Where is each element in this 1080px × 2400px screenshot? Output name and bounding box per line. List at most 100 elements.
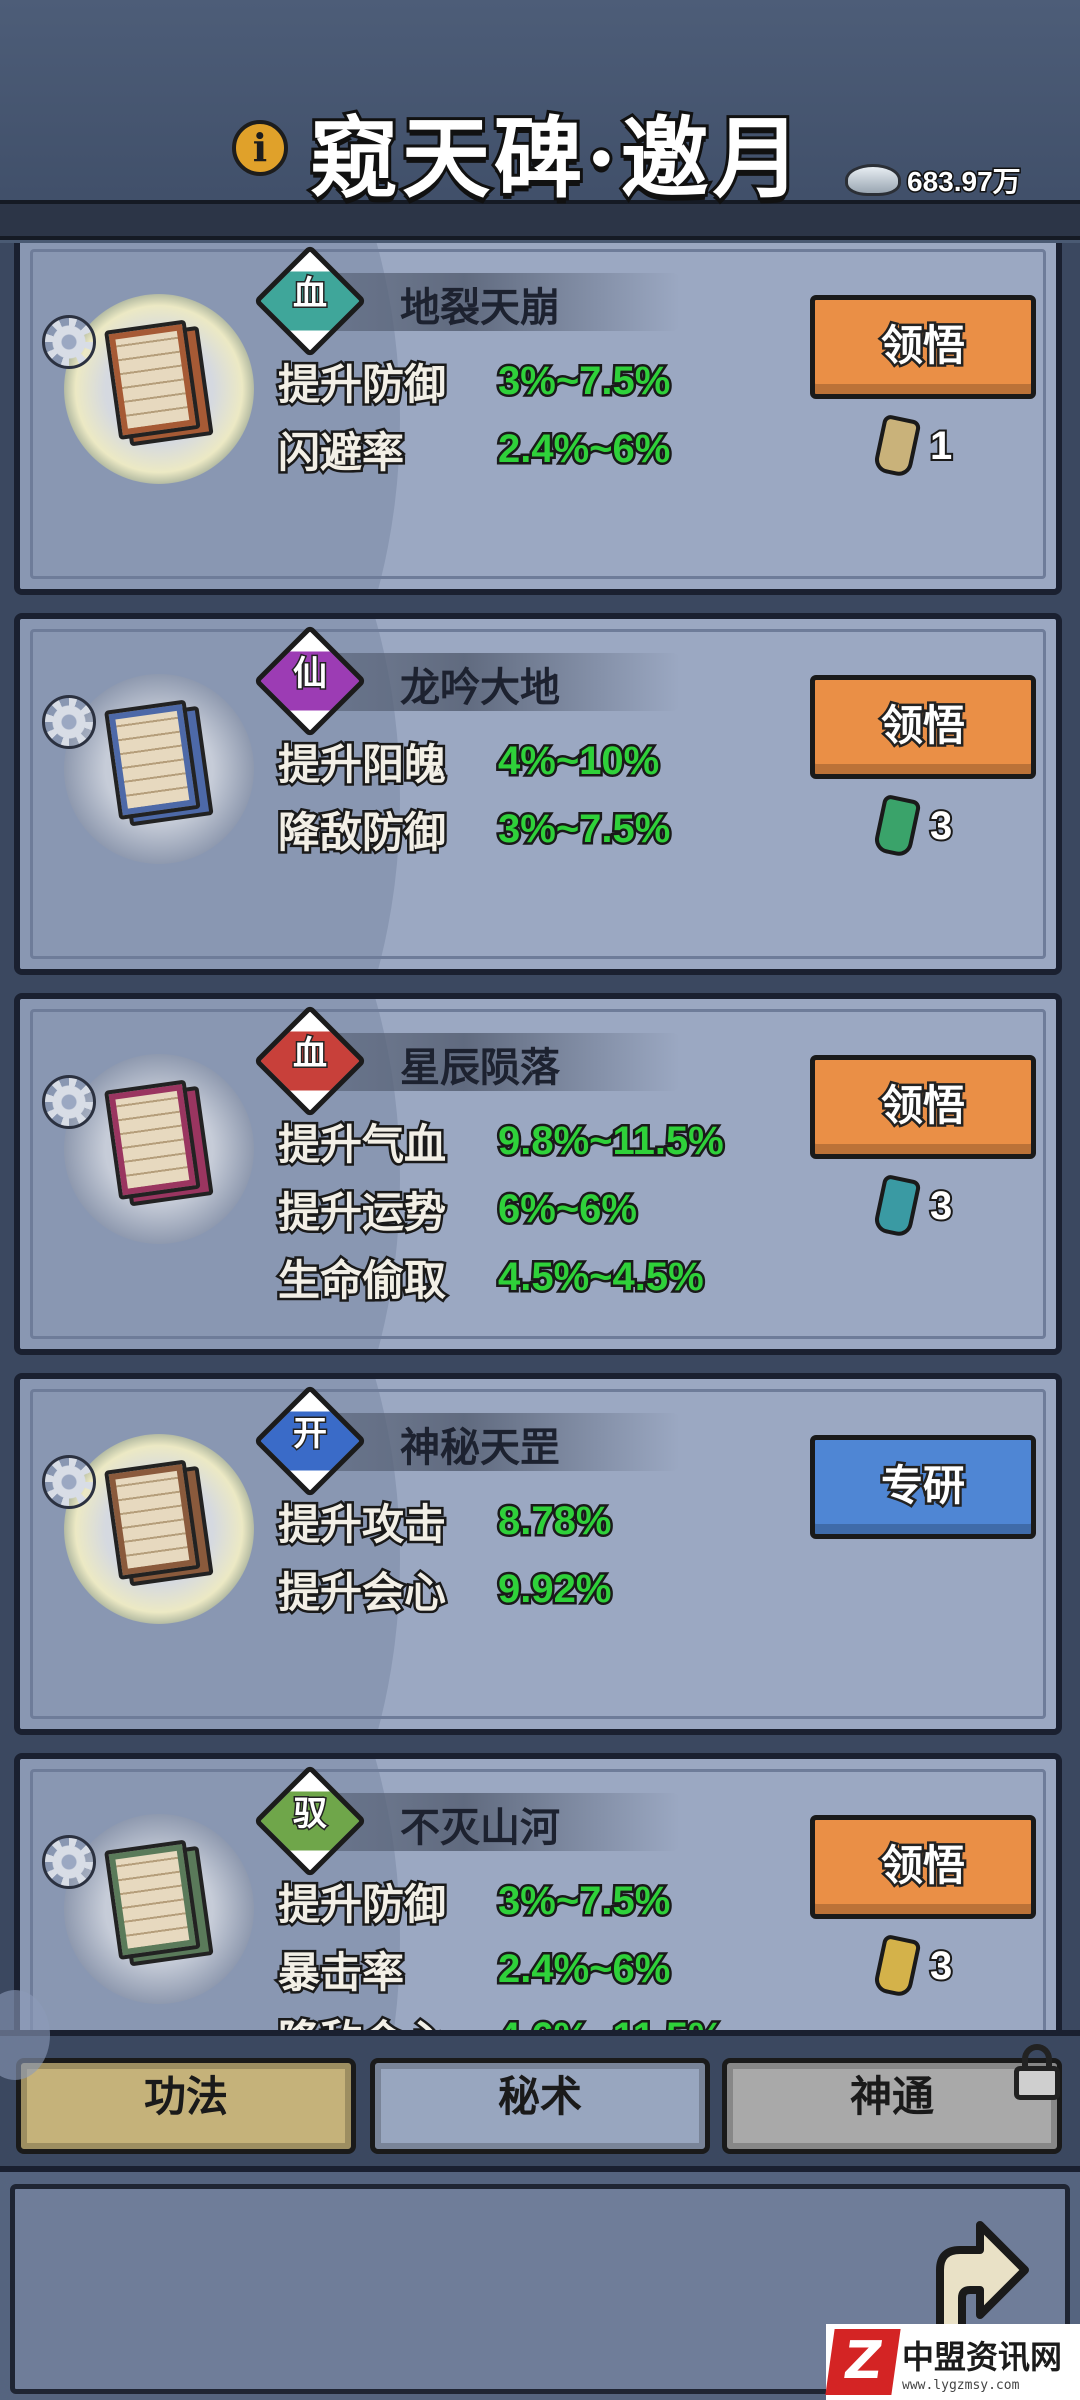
stat-value: 6%~6% [496, 1184, 640, 1233]
stat-label: 提升会心 [276, 1565, 449, 1619]
stat-value: 9.92% [495, 1564, 613, 1613]
comprehend-button[interactable]: 领悟 [810, 1815, 1036, 1919]
skill-card[interactable]: 开 神秘天罡提升攻击 8.78% 提升会心 9.92% 专研 [14, 1373, 1062, 1735]
skill-card[interactable]: 血 地裂天崩提升防御 3%~7.5% 闪避率 2.4%~6% 领悟 1 [14, 243, 1062, 595]
skill-card[interactable]: 血 星辰陨落提升气血 9.8%~11.5% 提升运势 6%~6% 生命偷取 4.5%~4.5… [14, 993, 1062, 1355]
stat-value: 4.6%~11.5% [496, 2012, 727, 2030]
stat-list: 提升防御 3%~7.5% 闪避率 2.4%~6% [276, 347, 673, 483]
stat-label: 提升防御 [276, 357, 449, 411]
tab-gongfa[interactable]: 功法 [16, 2058, 356, 2154]
skill-scroll-icon [104, 1458, 214, 1590]
cost-count: 3 [928, 1182, 954, 1230]
stat-label: 提升运势 [276, 1185, 449, 1239]
stat-row: 提升气血 9.8%~11.5% [276, 1107, 727, 1175]
stat-value: 4%~10% [495, 736, 661, 785]
skill-scroll-icon [104, 1838, 214, 1970]
skill-card[interactable]: 仙 龙吟大地提升阳魄 4%~10% 降敌防御 3%~7.5% 领悟 3 [14, 613, 1062, 975]
site-watermark: Z 中盟资讯网 www.lygzmsy.com [825, 2324, 1080, 2400]
info-icon[interactable]: i [232, 120, 288, 176]
stat-value: 3%~7.5% [495, 1876, 672, 1925]
green-tome-icon [872, 793, 922, 859]
page-title: 窥天碑·邀月 [307, 103, 805, 213]
stat-row: 降敌会心4.6%~11.5% [276, 2003, 727, 2030]
comprehend-button[interactable]: 领悟 [810, 675, 1036, 779]
grade-label: 驭 [291, 1792, 328, 1835]
tab-shentong[interactable]: 神通 [722, 2058, 1062, 2154]
stat-row: 生命偷取 4.5%~4.5% [276, 1243, 724, 1311]
grade-label: 血 [291, 1032, 328, 1075]
stat-row: 提升防御 3%~7.5% [276, 1867, 724, 1935]
gold-tome-icon [872, 1933, 922, 1999]
tab-bar: 功法 秘术 神通 [0, 2030, 1080, 2172]
stat-row: 降敌防御 3%~7.5% [276, 795, 673, 863]
grade-badge: 血 [253, 244, 367, 358]
skill-name: 星辰陨落 [400, 1044, 560, 1091]
skill-name: 神秘天罡 [400, 1424, 560, 1471]
skill-scroll-icon [104, 1078, 214, 1210]
stat-row: 提升防御 3%~7.5% [276, 347, 673, 415]
research-button[interactable]: 专研 [810, 1435, 1036, 1539]
skill-scroll-icon [104, 698, 214, 830]
cost-display: 3 [872, 1933, 998, 1999]
stat-row: 提升会心 9.92% [276, 1555, 614, 1623]
skill-name: 不灭山河 [400, 1804, 560, 1851]
watermark-url: www.lygzmsy.com [902, 2377, 1020, 2393]
stat-row: 闪避率 2.4%~6% [276, 415, 673, 483]
teal-tome-icon [872, 1173, 922, 1239]
cost-count: 3 [928, 802, 954, 850]
grade-badge: 开 [253, 1384, 367, 1498]
stat-list: 提升攻击 8.78% 提升会心 9.92% [276, 1487, 614, 1623]
stat-row: 提升运势 6%~6% [276, 1175, 724, 1243]
yellow-tome-icon [872, 413, 922, 479]
stat-label: 暴击率 [276, 1945, 407, 1999]
stat-value: 4.5%~4.5% [496, 1252, 707, 1301]
gear-icon[interactable] [42, 695, 96, 749]
stat-value: 9.8%~11.5% [496, 1116, 727, 1165]
comprehend-button[interactable]: 领悟 [810, 1055, 1036, 1159]
comprehend-button[interactable]: 领悟 [810, 295, 1036, 399]
stat-value: 3%~7.5% [495, 356, 672, 405]
stat-label: 提升防御 [276, 1877, 449, 1931]
cost-count: 3 [928, 1942, 954, 1990]
grade-label: 仙 [291, 652, 328, 695]
grade-badge: 仙 [253, 624, 367, 738]
skill-name: 地裂天崩 [400, 284, 560, 331]
stat-label: 降敌会心 [276, 2007, 498, 2030]
silver-ingot-icon [845, 164, 901, 196]
cost-count: 1 [928, 422, 954, 470]
skill-name: 龙吟大地 [400, 664, 560, 711]
skill-card[interactable]: 驭 不灭山河提升防御 3%~7.5% 暴击率 2.4%~6% 降敌会心4.6%~11.5%… [14, 1753, 1062, 2030]
stat-label: 降敌防御 [276, 805, 449, 859]
stat-list: 提升气血 9.8%~11.5% 提升运势 6%~6% 生命偷取 4.5%~4.5% [276, 1107, 727, 1311]
currency-value: 683.97万 [906, 165, 1023, 199]
gear-icon[interactable] [42, 315, 96, 369]
stat-value: 8.78% [495, 1496, 613, 1545]
grade-label: 开 [291, 1412, 328, 1455]
cost-display: 1 [872, 413, 998, 479]
header: i 窥天碑·邀月 683.97万 [0, 0, 1080, 240]
stat-label: 闪避率 [276, 425, 407, 479]
grade-badge: 血 [253, 1004, 367, 1118]
gear-icon[interactable] [42, 1075, 96, 1129]
currency-display: 683.97万 [845, 160, 1055, 200]
stat-value: 3%~7.5% [495, 804, 672, 853]
gear-icon[interactable] [42, 1835, 96, 1889]
skill-scroll-icon [104, 318, 214, 450]
tab-mishu[interactable]: 秘术 [370, 2058, 710, 2154]
stat-list: 提升阳魄 4%~10% 降敌防御 3%~7.5% [276, 727, 673, 863]
grade-label: 血 [291, 272, 328, 315]
cost-display: 3 [872, 1173, 998, 1239]
stat-label: 提升攻击 [276, 1497, 449, 1551]
watermark-title: 中盟资讯网 [902, 2337, 1063, 2376]
lock-icon [1012, 2044, 1062, 2100]
stat-row: 暴击率 2.4%~6% [276, 1935, 724, 2003]
cost-display: 3 [872, 793, 998, 859]
skill-list[interactable]: 血 地裂天崩 提升防御 3%~7.5% 闪避率 2.4%~6% 领悟 1 仙 龙吟大地 提升阳魄 4%… [0, 243, 1080, 2030]
stat-value: 2.4%~6% [495, 1944, 672, 1993]
gear-icon[interactable] [42, 1455, 96, 1509]
grade-badge: 驭 [253, 1764, 367, 1878]
stat-label: 生命偷取 [276, 1253, 449, 1307]
stat-row: 提升阳魄 4%~10% [276, 727, 670, 795]
stat-list: 提升防御 3%~7.5% 暴击率 2.4%~6% 降敌会心4.6%~11.5% [276, 1867, 727, 2030]
stat-row: 提升攻击 8.78% [276, 1487, 614, 1555]
